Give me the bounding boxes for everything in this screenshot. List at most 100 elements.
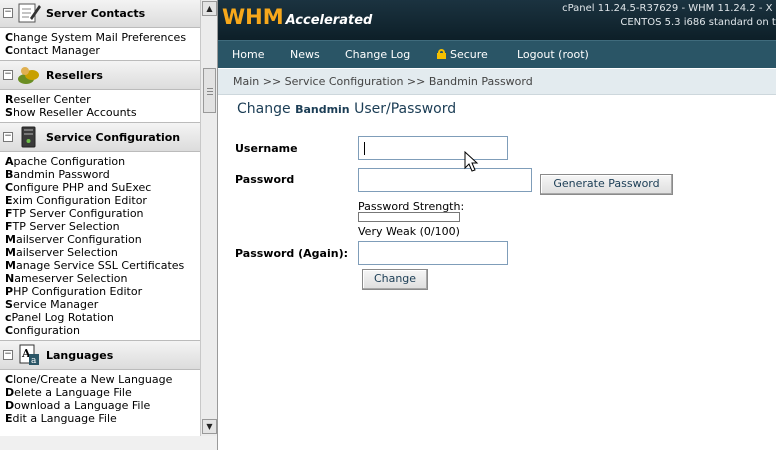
link-label: PHP Configuration Editor bbox=[5, 285, 143, 298]
sidebar-link-ftp-server-selection[interactable]: FTP Server Selection bbox=[5, 220, 200, 233]
link-label: Clone/Create a New Language bbox=[5, 373, 173, 386]
nav-home[interactable]: Home bbox=[232, 48, 264, 61]
link-label: Manage Service SSL Certificates bbox=[5, 259, 185, 272]
sidebar-link-mailserver-selection[interactable]: Mailserver Selection bbox=[5, 246, 200, 259]
collapse-icon[interactable]: − bbox=[3, 132, 13, 142]
sidebar-link-exim-configuration-editor[interactable]: Exim Configuration Editor bbox=[5, 194, 200, 207]
section-title: Service Configuration bbox=[46, 131, 181, 144]
sidebar-link-download-a-language-file[interactable]: Download a Language File bbox=[5, 399, 200, 412]
main-content: Change Bandmin User/Password Username Pa… bbox=[218, 96, 776, 450]
collapse-icon[interactable]: − bbox=[3, 350, 13, 360]
password-again-label: Password (Again): bbox=[235, 247, 348, 260]
nav-logout[interactable]: Logout (root) bbox=[517, 48, 589, 61]
section-title: Resellers bbox=[46, 69, 103, 82]
sidebar-link-apache-configuration[interactable]: Apache Configuration bbox=[5, 155, 200, 168]
scroll-thumb[interactable] bbox=[203, 68, 216, 113]
link-label: Reseller Center bbox=[5, 93, 91, 106]
link-label: Configuration bbox=[5, 324, 80, 337]
nav-change-log[interactable]: Change Log bbox=[345, 48, 410, 61]
password-label: Password bbox=[235, 173, 295, 186]
nav-secure-label: Secure bbox=[450, 48, 488, 61]
sidebar-link-ftp-server-configuration[interactable]: FTP Server Configuration bbox=[5, 207, 200, 220]
sidebar-link-bandmin-password[interactable]: Bandmin Password bbox=[5, 168, 200, 181]
sidebar-link-nameserver-selection[interactable]: Nameserver Selection bbox=[5, 272, 200, 285]
generate-password-button[interactable]: Generate Password bbox=[540, 174, 673, 195]
section-languages-header[interactable]: − A a Languages bbox=[0, 340, 200, 370]
sidebar-link-clone-create-a-new-language[interactable]: Clone/Create a New Language bbox=[5, 373, 200, 386]
sidebar: − Server Contacts Change System Mail Pre… bbox=[0, 0, 218, 450]
password-input[interactable] bbox=[358, 168, 532, 192]
page-title-suffix: User/Password bbox=[349, 101, 457, 117]
mouse-cursor-icon bbox=[464, 151, 479, 172]
logo-sub-text: Accelerated bbox=[285, 13, 373, 28]
section-service-configuration-header[interactable]: − Service Configuration bbox=[0, 122, 200, 152]
version-info: cPanel 11.24.5-R37629 - WHM 11.24.2 - X … bbox=[562, 3, 776, 14]
sidebar-link-edit-a-language-file[interactable]: Edit a Language File bbox=[5, 412, 200, 425]
sidebar-link-delete-a-language-file[interactable]: Delete a Language File bbox=[5, 386, 200, 399]
section-title: Server Contacts bbox=[46, 7, 146, 20]
link-label: Show Reseller Accounts bbox=[5, 106, 137, 119]
sidebar-content: − Server Contacts Change System Mail Pre… bbox=[0, 0, 200, 436]
section-links: Change System Mail Preferences Contact M… bbox=[0, 28, 200, 60]
link-label: Configure PHP and SuExec bbox=[5, 181, 152, 194]
scroll-up-button[interactable]: ▲ bbox=[202, 1, 217, 16]
link-label: Delete a Language File bbox=[5, 386, 132, 399]
nav-secure[interactable]: Secure bbox=[437, 48, 488, 61]
section-links: Clone/Create a New Language Delete a Lang… bbox=[0, 370, 200, 428]
password-strength-bar bbox=[358, 212, 460, 222]
languages-icon: A a bbox=[19, 344, 39, 366]
page-title: Change Bandmin User/Password bbox=[237, 101, 456, 117]
top-nav: Home News Change Log Secure Logout (root… bbox=[218, 40, 776, 68]
password-strength-text: Very Weak (0/100) bbox=[358, 225, 460, 238]
scroll-down-button[interactable]: ▼ bbox=[202, 419, 217, 434]
scroll-corner bbox=[0, 436, 217, 450]
link-label: Mailserver Selection bbox=[5, 246, 118, 259]
link-label: Apache Configuration bbox=[5, 155, 126, 168]
link-label: Download a Language File bbox=[5, 399, 151, 412]
nav-news[interactable]: News bbox=[290, 48, 320, 61]
section-resellers-header[interactable]: − Resellers bbox=[0, 60, 200, 90]
text-caret bbox=[364, 142, 365, 155]
server-contacts-icon bbox=[18, 3, 41, 23]
link-label: Contact Manager bbox=[5, 44, 100, 57]
sidebar-link-contact-manager[interactable]: Contact Manager bbox=[5, 44, 200, 57]
change-button[interactable]: Change bbox=[362, 269, 428, 290]
breadcrumb: Main >> Service Configuration >> Bandmin… bbox=[218, 69, 776, 95]
sidebar-link-php-configuration-editor[interactable]: PHP Configuration Editor bbox=[5, 285, 200, 298]
section-server-contacts-header[interactable]: − Server Contacts bbox=[0, 0, 200, 28]
top-header: WHM Accelerated cPanel 11.24.5-R37629 - W… bbox=[218, 0, 776, 40]
sidebar-link-manage-service-ssl-certificates[interactable]: Manage Service SSL Certificates bbox=[5, 259, 200, 272]
sidebar-link-reseller-center[interactable]: Reseller Center bbox=[5, 93, 200, 106]
service-configuration-icon bbox=[21, 126, 36, 148]
link-label: Edit a Language File bbox=[5, 412, 117, 425]
sidebar-scrollbar[interactable]: ▲ ▼ bbox=[200, 0, 217, 436]
username-input[interactable] bbox=[358, 136, 508, 160]
logo-main-text: WHM bbox=[222, 5, 284, 29]
password-again-input[interactable] bbox=[358, 241, 508, 265]
whm-logo[interactable]: WHM Accelerated bbox=[222, 5, 372, 29]
link-label: Mailserver Configuration bbox=[5, 233, 142, 246]
sidebar-link-service-manager[interactable]: Service Manager bbox=[5, 298, 200, 311]
sidebar-link-mailserver-configuration[interactable]: Mailserver Configuration bbox=[5, 233, 200, 246]
sidebar-link-configuration[interactable]: Configuration bbox=[5, 324, 200, 337]
link-label: Service Manager bbox=[5, 298, 99, 311]
sidebar-link-configure-php-and-suexec[interactable]: Configure PHP and SuExec bbox=[5, 181, 200, 194]
sidebar-link-show-reseller-accounts[interactable]: Show Reseller Accounts bbox=[5, 106, 200, 119]
username-label: Username bbox=[235, 142, 298, 155]
page-title-service: Bandmin bbox=[295, 103, 350, 116]
collapse-icon[interactable]: − bbox=[3, 70, 13, 80]
section-title: Languages bbox=[46, 349, 114, 362]
link-label: Bandmin Password bbox=[5, 168, 110, 181]
os-info: CENTOS 5.3 i686 standard on te bbox=[620, 17, 776, 28]
link-label: FTP Server Configuration bbox=[5, 207, 144, 220]
lock-icon bbox=[437, 49, 446, 59]
link-label: cPanel Log Rotation bbox=[5, 311, 114, 324]
link-label: Exim Configuration Editor bbox=[5, 194, 147, 207]
sidebar-link-cpanel-log-rotation[interactable]: cPanel Log Rotation bbox=[5, 311, 200, 324]
link-label: FTP Server Selection bbox=[5, 220, 120, 233]
page-title-prefix: Change bbox=[237, 101, 296, 117]
section-links: Reseller Center Show Reseller Accounts bbox=[0, 90, 200, 122]
resellers-icon bbox=[18, 67, 39, 84]
collapse-icon[interactable]: − bbox=[3, 8, 13, 18]
sidebar-link-change-system-mail-preferences[interactable]: Change System Mail Preferences bbox=[5, 31, 200, 44]
